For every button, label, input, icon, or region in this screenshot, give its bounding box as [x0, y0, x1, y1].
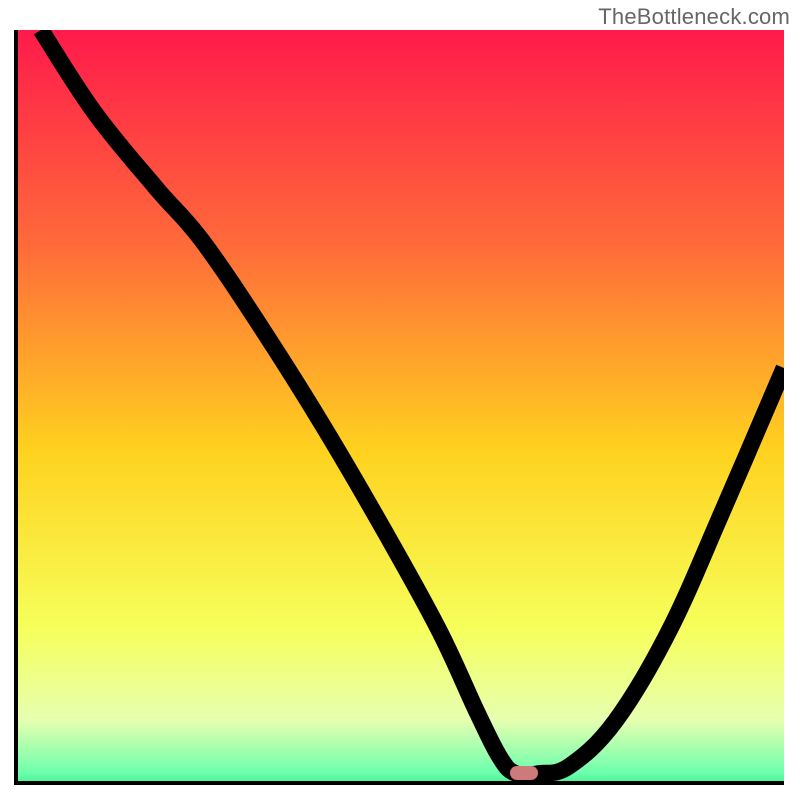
chart-container: TheBottleneck.com — [0, 0, 800, 800]
bottleneck-curve — [41, 30, 784, 775]
watermark-label: TheBottleneck.com — [598, 4, 790, 30]
curve-layer — [18, 30, 784, 781]
plot-area — [14, 30, 784, 785]
optimum-marker — [510, 766, 538, 780]
